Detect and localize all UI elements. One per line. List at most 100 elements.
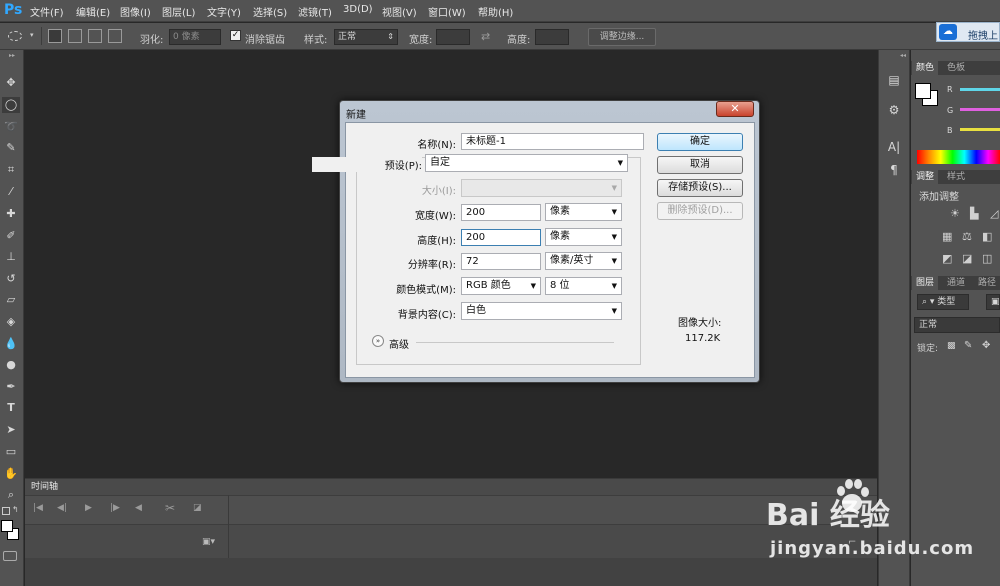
rectangle-tool-icon[interactable]: ▭ [2, 444, 20, 460]
menu-image[interactable]: 图像(I) [120, 4, 151, 19]
menu-file[interactable]: 文件(F) [30, 4, 64, 19]
dialog-close-button[interactable]: ✕ [716, 101, 754, 117]
blue-slider[interactable] [960, 128, 1000, 131]
ok-button[interactable]: 确定 [657, 133, 743, 151]
save-preset-button[interactable]: 存储预设(S)... [657, 179, 743, 197]
style-select[interactable]: 正常 ⇕ [334, 29, 398, 45]
properties-panel-icon[interactable]: ⚙ [886, 102, 902, 118]
height-input[interactable] [535, 29, 569, 45]
pen-tool-icon[interactable]: ✒ [2, 379, 20, 395]
intersect-selection-icon[interactable] [108, 29, 122, 43]
type-tool-icon[interactable]: T [2, 400, 20, 416]
foreground-color-swatch[interactable] [1, 520, 13, 532]
menu-window[interactable]: 窗口(W) [428, 4, 466, 19]
blend-mode-select[interactable]: 正常 [914, 317, 1000, 333]
tab-styles[interactable]: 样式 [943, 170, 970, 184]
vibrance-icon[interactable]: ▦ [942, 230, 952, 243]
blur-tool-icon[interactable]: 💧 [2, 336, 20, 352]
eyedropper-tool-icon[interactable]: ⁄ [2, 184, 20, 200]
add-media-icon[interactable]: ▣▾ [202, 537, 215, 547]
threshold-icon[interactable]: ◫ [982, 252, 992, 265]
audio-icon[interactable]: ◀ [135, 503, 142, 513]
zoom-tool-icon[interactable]: ⌕ [2, 487, 20, 503]
red-slider[interactable] [960, 88, 1000, 91]
quick-select-tool-icon[interactable]: ✎ [2, 140, 20, 156]
resolution-input[interactable]: 72 [461, 253, 541, 270]
cancel-button[interactable]: 取消 [657, 156, 743, 174]
resolution-unit-select[interactable]: 像素/英寸 ▼ [545, 252, 622, 270]
preset-select[interactable]: 自定 ▼ [425, 154, 628, 172]
menu-3d[interactable]: 3D(D) [343, 4, 373, 15]
healing-brush-tool-icon[interactable]: ✚ [2, 206, 20, 222]
color-mode-select[interactable]: RGB 颜色 ▼ [461, 277, 541, 295]
subtract-selection-icon[interactable] [88, 29, 102, 43]
transition-icon[interactable]: ◪ [193, 503, 202, 513]
hand-tool-icon[interactable]: ✋ [2, 466, 20, 482]
advanced-label[interactable]: 高级 [389, 336, 409, 351]
ellipse-marquee-icon[interactable] [8, 31, 22, 41]
first-frame-icon[interactable]: |◀ [33, 503, 43, 513]
path-selection-tool-icon[interactable]: ➤ [2, 422, 20, 438]
curves-icon[interactable]: ◿ [990, 207, 998, 220]
black-white-icon[interactable]: ◧ [982, 230, 992, 243]
split-icon[interactable]: ✂ [165, 501, 175, 515]
menu-edit[interactable]: 编辑(E) [76, 4, 110, 19]
quick-mask-icon[interactable] [3, 551, 17, 561]
character-panel-icon[interactable]: A| [886, 139, 902, 155]
color-spectrum[interactable] [917, 150, 1000, 164]
history-brush-tool-icon[interactable]: ↺ [2, 271, 20, 287]
move-tool-icon[interactable]: ✥ [2, 75, 20, 91]
tool-preset-arrow-icon[interactable]: ▾ [30, 31, 34, 39]
background-select[interactable]: 白色 ▼ [461, 302, 622, 320]
lock-position-icon[interactable]: ✥ [982, 340, 990, 351]
advanced-expand-icon[interactable]: » [372, 335, 384, 347]
tab-channels[interactable]: 通道 [943, 276, 970, 290]
layer-filter-select[interactable]: ⌕ ▾ 类型 [917, 294, 969, 310]
color-balance-icon[interactable]: ⚖ [962, 230, 972, 243]
height-input[interactable]: 200 [461, 229, 541, 246]
width-input[interactable] [436, 29, 470, 45]
dodge-tool-icon[interactable]: ● [2, 357, 20, 373]
next-frame-icon[interactable]: |▶ [110, 503, 120, 513]
menu-view[interactable]: 视图(V) [382, 4, 417, 19]
width-input[interactable]: 200 [461, 204, 541, 221]
height-unit-select[interactable]: 像素 ▼ [545, 228, 622, 246]
tab-adjustments[interactable]: 调整 [912, 170, 939, 184]
tab-paths[interactable]: 路径 [974, 276, 1000, 290]
paragraph-panel-icon[interactable]: ¶ [886, 162, 902, 178]
clone-stamp-tool-icon[interactable]: ⊥ [2, 249, 20, 265]
timeline-tab[interactable]: 时间轴 [26, 480, 64, 495]
green-slider[interactable] [960, 108, 1000, 111]
elliptical-marquee-tool-icon[interactable]: ◯ [2, 97, 20, 113]
menu-help[interactable]: 帮助(H) [478, 4, 513, 19]
default-colors-icon[interactable] [2, 507, 10, 515]
antialias-checkbox[interactable]: ✓ [230, 30, 241, 41]
tab-color[interactable]: 颜色 [912, 61, 939, 75]
play-icon[interactable]: ▶ [85, 503, 92, 513]
feather-input[interactable]: 0 像素 [169, 29, 221, 45]
brush-tool-icon[interactable]: ✐ [2, 228, 20, 244]
invert-icon[interactable]: ◩ [942, 252, 952, 265]
panel-foreground-swatch[interactable] [915, 83, 931, 99]
swap-icon[interactable]: ⇄ [481, 30, 490, 43]
name-input[interactable]: 未标题-1 [461, 133, 644, 150]
layer-filter-image-icon[interactable]: ▣ [986, 294, 1000, 310]
eraser-tool-icon[interactable]: ▱ [2, 292, 20, 308]
previous-frame-icon[interactable]: ◀| [57, 503, 67, 513]
posterize-icon[interactable]: ◪ [962, 252, 972, 265]
lasso-tool-icon[interactable]: ➰ [2, 119, 20, 135]
swap-colors-icon[interactable]: ↰ [12, 505, 19, 514]
brightness-icon[interactable]: ☀ [950, 207, 960, 220]
width-unit-select[interactable]: 像素 ▼ [545, 203, 622, 221]
menu-select[interactable]: 选择(S) [253, 4, 287, 19]
menu-type[interactable]: 文字(Y) [207, 4, 241, 19]
paint-bucket-tool-icon[interactable]: ◈ [2, 314, 20, 330]
bit-depth-select[interactable]: 8 位 ▼ [545, 277, 622, 295]
refine-edge-button[interactable]: 调整边缘... [588, 28, 656, 46]
tab-layers[interactable]: 图层 [912, 276, 939, 290]
collapse-panels-icon[interactable]: ◂◂ [900, 52, 906, 59]
crop-tool-icon[interactable]: ⌗ [2, 162, 20, 178]
menu-filter[interactable]: 滤镜(T) [298, 4, 332, 19]
lock-pixels-icon[interactable]: ▩ [947, 341, 956, 351]
menu-layer[interactable]: 图层(L) [162, 4, 195, 19]
